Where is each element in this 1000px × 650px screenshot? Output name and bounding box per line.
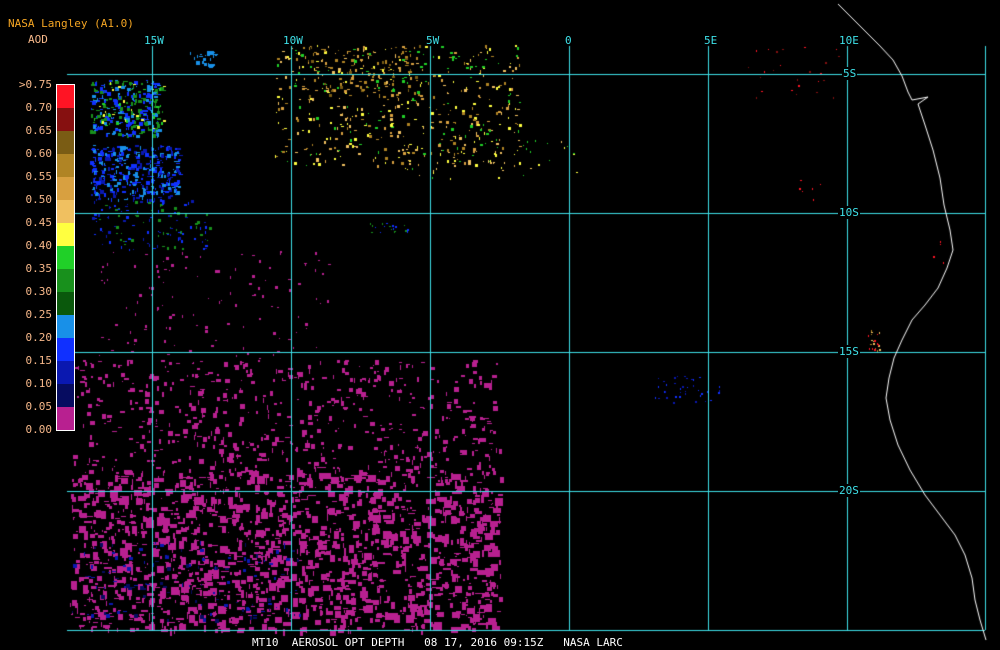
product-title: NASA Langley (A1.0) bbox=[8, 17, 134, 30]
legend-swatch bbox=[57, 85, 74, 108]
lat-label-5s: 5S bbox=[842, 67, 858, 80]
satellite-map-view: NASA Langley (A1.0) AOD >0.75 0.70 0.65 0.6… bbox=[0, 0, 1000, 650]
lon-label-10w: 10W bbox=[283, 34, 303, 47]
lon-label-0: 0 bbox=[565, 34, 572, 47]
legend-swatch bbox=[57, 384, 74, 407]
legend-swatch bbox=[57, 108, 74, 131]
legend-label: 0.20 bbox=[25, 331, 53, 344]
color-legend bbox=[56, 84, 75, 431]
legend-label: 0.45 bbox=[25, 216, 53, 229]
legend-label: 0.65 bbox=[25, 124, 53, 137]
legend-swatch bbox=[57, 338, 74, 361]
legend-swatch bbox=[57, 154, 74, 177]
legend-label: 0.25 bbox=[25, 308, 53, 321]
legend-swatch bbox=[57, 131, 74, 154]
lat-label-20s: 20S bbox=[838, 484, 860, 497]
variable-label: AOD bbox=[28, 33, 48, 46]
lon-label-10e: 10E bbox=[839, 34, 859, 47]
legend-label: 0.30 bbox=[25, 285, 53, 298]
legend-swatch bbox=[57, 292, 74, 315]
legend-label: 0.35 bbox=[25, 262, 53, 275]
legend-label: 0.60 bbox=[25, 147, 53, 160]
legend-label: 0.05 bbox=[25, 400, 53, 413]
aerosol-map-canvas bbox=[0, 0, 1000, 650]
legend-label: 0.00 bbox=[25, 423, 53, 436]
legend-label: >0.75 bbox=[18, 78, 52, 91]
legend-label: 0.40 bbox=[25, 239, 53, 252]
lat-label-10s: 10S bbox=[838, 206, 860, 219]
legend-swatch bbox=[57, 177, 74, 200]
legend-swatch bbox=[57, 269, 74, 292]
legend-swatch bbox=[57, 407, 74, 430]
lon-label-5w: 5W bbox=[426, 34, 440, 47]
lon-label-15w: 15W bbox=[144, 34, 164, 47]
lat-label-15s: 15S bbox=[838, 345, 860, 358]
lon-label-5e: 5E bbox=[704, 34, 718, 47]
legend-label: 0.50 bbox=[25, 193, 53, 206]
legend-label: 0.70 bbox=[25, 101, 53, 114]
legend-swatch bbox=[57, 200, 74, 223]
legend-swatch bbox=[57, 246, 74, 269]
legend-label: 0.10 bbox=[25, 377, 53, 390]
legend-swatch bbox=[57, 361, 74, 384]
legend-swatch bbox=[57, 315, 74, 338]
footer-caption: MT10 AEROSOL OPT DEPTH 08 17, 2016 09:15… bbox=[252, 636, 623, 649]
legend-swatch bbox=[57, 223, 74, 246]
legend-label: 0.15 bbox=[25, 354, 53, 367]
legend-label: 0.55 bbox=[25, 170, 53, 183]
